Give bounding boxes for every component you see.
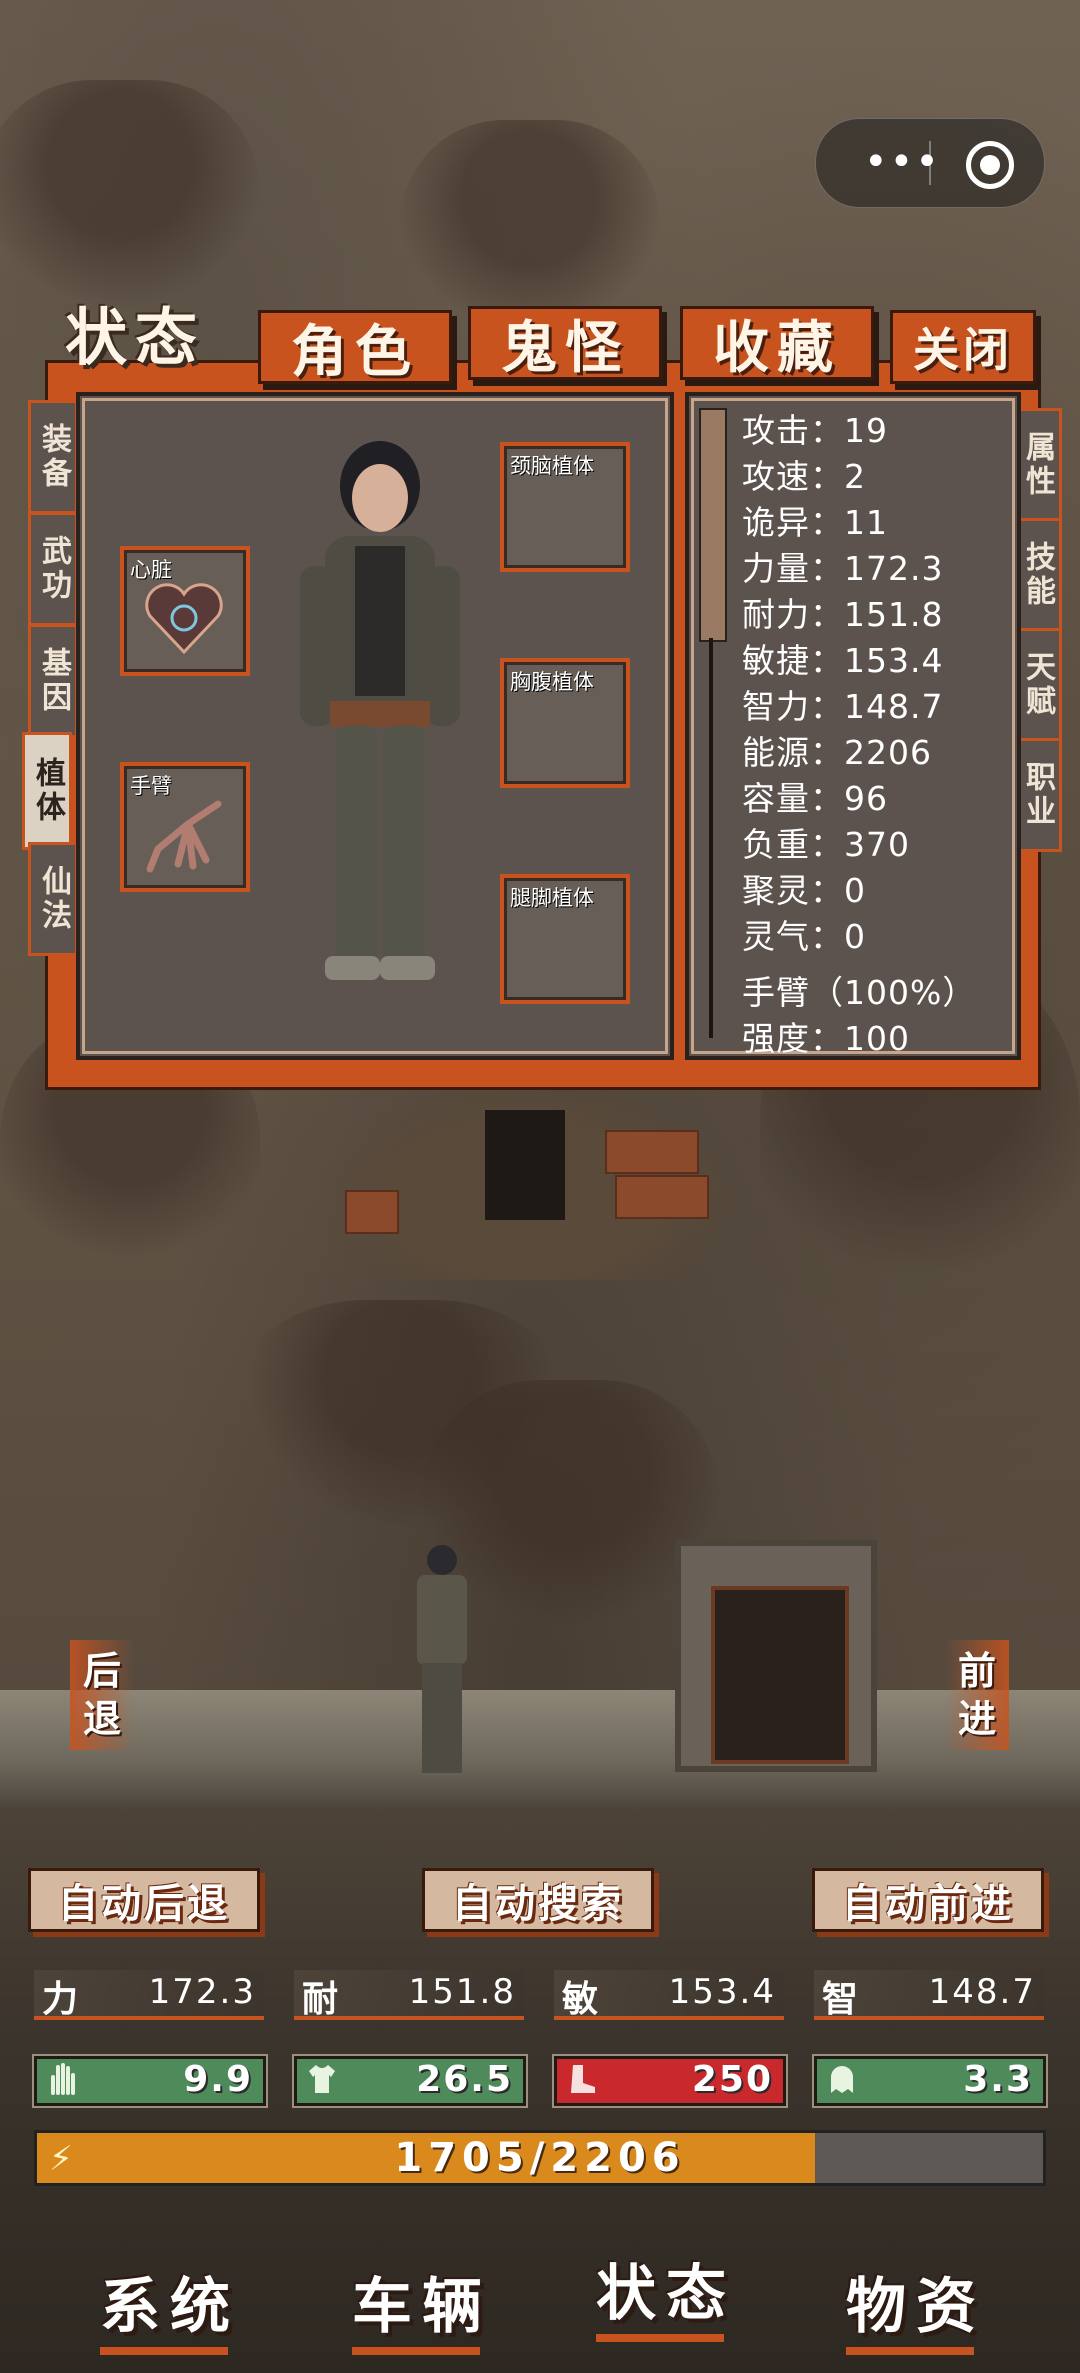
ground-road: [0, 1690, 1080, 1810]
mine-entrance[interactable]: [675, 1540, 877, 1772]
attr-intelligence: 智 148.7: [814, 1970, 1044, 2020]
nav-supplies[interactable]: 物资: [846, 2258, 986, 2355]
equipment-panel: 心脏 手臂 颈脑植体 胸腹植体 腿脚植体: [76, 392, 674, 1060]
stat-intelligence: 智力：148.7: [742, 687, 944, 726]
attr-agility: 敏 153.4: [554, 1970, 784, 2020]
legs-slot-label: 腿脚植体: [510, 886, 594, 910]
side-tab-equipment[interactable]: 装备: [28, 400, 78, 514]
nav-vehicle[interactable]: 车辆: [352, 2258, 492, 2355]
gauge-boots: 250: [554, 2056, 786, 2106]
stat-weird: 诡异：11: [742, 503, 888, 542]
hand-icon: [51, 2063, 75, 2095]
stat-agility: 敏捷：153.4: [742, 641, 944, 680]
stat-energy: 能源：2206: [742, 733, 932, 772]
close-target-icon[interactable]: [966, 141, 1014, 189]
tab-monster[interactable]: 鬼怪: [468, 306, 662, 381]
side-tab-martial[interactable]: 武功: [28, 512, 78, 626]
gauge-ghost: 3.3: [814, 2056, 1046, 2106]
item-strength: 强度：100: [742, 1019, 910, 1058]
stat-spirit-qi: 灵气：0: [742, 917, 866, 956]
stat-spirit-gather: 聚灵：0: [742, 871, 866, 910]
tab-status[interactable]: 状态: [50, 298, 220, 374]
heart-implant-icon: [145, 583, 223, 655]
attr-endurance: 耐 151.8: [294, 1970, 524, 2020]
side-tab-gene[interactable]: 基因: [28, 624, 78, 738]
auto-advance-button[interactable]: 自动前进: [812, 1868, 1044, 1932]
energy-text: 1705/2206: [394, 2135, 686, 2181]
attr-strength: 力 172.3: [34, 1970, 264, 2020]
side-tab-immortal[interactable]: 仙法: [28, 842, 78, 956]
retreat-button[interactable]: 后退: [70, 1640, 134, 1750]
tab-role[interactable]: 角色: [258, 310, 452, 385]
gauge-hand: 9.9: [34, 2056, 266, 2106]
bunker-entrance: [315, 1080, 735, 1280]
stats-scrollbar[interactable]: [699, 408, 727, 1038]
ghost-icon: [831, 2066, 853, 2093]
character-portrait: [300, 441, 460, 980]
advance-button[interactable]: 前进: [945, 1640, 1009, 1750]
stat-attack: 攻击：19: [742, 411, 888, 450]
chest-slot-label: 胸腹植体: [510, 670, 594, 694]
auto-retreat-button[interactable]: 自动后退: [28, 1868, 260, 1932]
energy-bar: ⚡ 1705/2206: [34, 2130, 1046, 2186]
stat-attack-speed: 攻速：2: [742, 457, 866, 496]
shirt-icon: [309, 2065, 335, 2093]
nav-system[interactable]: 系统: [100, 2258, 240, 2355]
arm-slot[interactable]: 手臂: [120, 762, 250, 892]
auto-search-button[interactable]: 自动搜索: [422, 1868, 654, 1932]
gauge-armor: 26.5: [294, 2056, 526, 2106]
boot-icon: [571, 2065, 595, 2093]
chest-implant-slot[interactable]: 胸腹植体: [500, 658, 630, 788]
legs-implant-slot[interactable]: 腿脚植体: [500, 874, 630, 1004]
player-character: [402, 1545, 482, 1785]
stat-endurance: 耐力：151.8: [742, 595, 944, 634]
side-tab-implant[interactable]: 植体: [22, 732, 72, 850]
tab-close[interactable]: 关闭: [890, 310, 1036, 384]
stat-strength: 力量：172.3: [742, 549, 944, 588]
neck-slot-label: 颈脑植体: [510, 454, 594, 478]
nav-status[interactable]: 状态: [596, 2245, 736, 2342]
stat-capacity: 容量：96: [742, 779, 888, 818]
item-name: 手臂（100%）: [742, 973, 977, 1012]
neck-implant-slot[interactable]: 颈脑植体: [500, 442, 630, 572]
tab-collection[interactable]: 收藏: [680, 306, 874, 381]
scroll-thumb[interactable]: [699, 408, 727, 642]
mini-program-capsule[interactable]: •••: [815, 118, 1045, 208]
mechanical-arm-icon: [146, 800, 222, 873]
heart-slot[interactable]: 心脏: [120, 546, 250, 676]
stat-load: 负重：370: [742, 825, 910, 864]
